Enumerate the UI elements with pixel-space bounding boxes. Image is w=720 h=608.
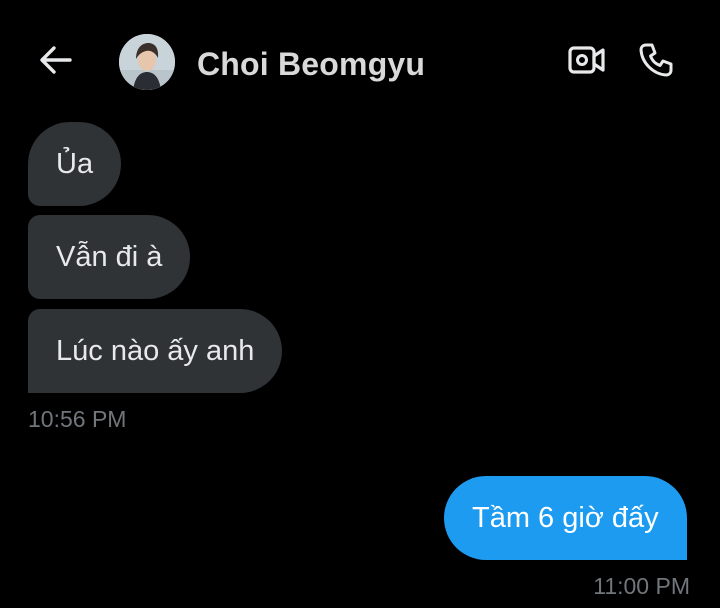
message-bubble-outgoing[interactable]: Tầm 6 giờ đấy: [444, 476, 687, 560]
phone-icon: [638, 42, 674, 83]
message-text: Lúc nào ấy anh: [56, 335, 255, 367]
contact-name[interactable]: Choi Beomgyu: [197, 44, 425, 84]
voice-call-button[interactable]: [635, 42, 677, 82]
avatar[interactable]: [119, 34, 175, 90]
message-timestamp: 10:56 PM: [28, 406, 127, 432]
message-text: Ủa: [56, 148, 94, 180]
conversation-header: Choi Beomgyu: [0, 0, 720, 122]
message-bubble-incoming[interactable]: Lúc nào ấy anh: [28, 309, 283, 393]
message-timestamp: 11:00 PM: [593, 573, 690, 599]
message-bubble-incoming[interactable]: Vẫn đi à: [28, 215, 191, 299]
video-call-button[interactable]: [565, 44, 609, 80]
message-text: Vẫn đi à: [56, 241, 163, 273]
message-bubble-incoming[interactable]: Ủa: [28, 122, 122, 206]
arrow-left-icon: [39, 45, 73, 80]
video-camera-icon: [568, 45, 606, 80]
back-button[interactable]: [36, 44, 76, 80]
message-text: Tầm 6 giờ đấy: [472, 502, 659, 534]
